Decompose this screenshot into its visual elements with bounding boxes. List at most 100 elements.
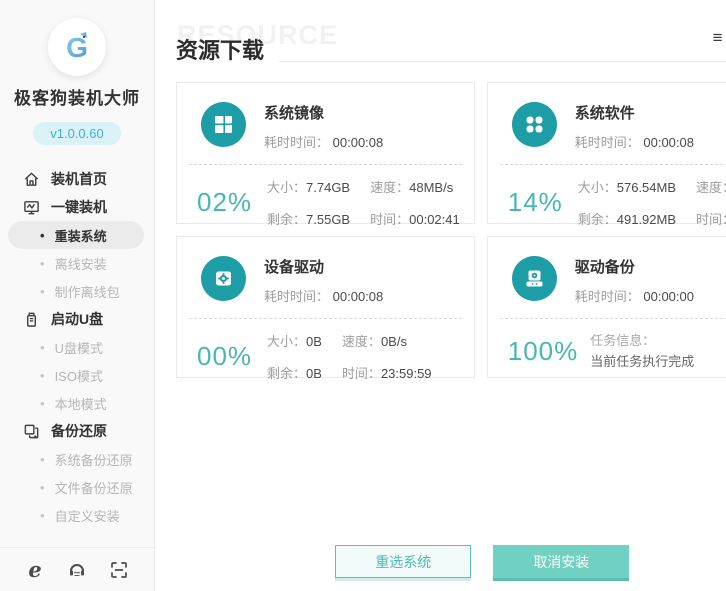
bullet-icon: • bbox=[40, 340, 45, 355]
sidebar-item-label: 离线安装 bbox=[55, 254, 107, 273]
elapsed-label: 耗时时间： bbox=[575, 289, 640, 304]
elapsed-time: 耗时时间： 00:00:08 bbox=[264, 286, 383, 305]
bullet-icon: • bbox=[40, 284, 45, 299]
bullet-icon: • bbox=[40, 508, 45, 523]
bullet-icon: • bbox=[40, 452, 45, 467]
card-header: 设备驱动 耗时时间： 00:00:08 bbox=[177, 237, 474, 305]
elapsed-value: 00:00:00 bbox=[643, 289, 694, 304]
page-title-block: RESOURCE 资源下载 bbox=[176, 33, 726, 65]
card-progress-row: 00% 大小：0B 速度：0B/s 剩余：0B 时间：23:59:59 bbox=[177, 319, 474, 382]
progress-percent: 14% bbox=[508, 187, 566, 218]
card-header-text: 驱动备份 耗时时间： 00:00:00 bbox=[575, 254, 694, 305]
sidebar-item-boot-usb[interactable]: 启动U盘 bbox=[0, 305, 154, 333]
elapsed-label: 耗时时间： bbox=[264, 289, 329, 304]
sidebar-item-label: 一键装机 bbox=[51, 197, 107, 217]
sidebar: G 极客狗装机大师 v1.0.0.60 装机首页 一键装机 bbox=[0, 0, 155, 591]
download-cards: 系统镜像 耗时时间： 00:00:08 02% 大小：7.74GB 速度：48M… bbox=[176, 82, 726, 378]
home-icon bbox=[22, 170, 40, 188]
app-logo: G bbox=[48, 18, 106, 76]
headset-support-icon[interactable] bbox=[66, 559, 88, 581]
app-window: G 极客狗装机大师 v1.0.0.60 装机首页 一键装机 bbox=[0, 0, 726, 591]
monitor-icon bbox=[22, 198, 40, 216]
bullet-icon: • bbox=[40, 480, 45, 495]
app-name: 极客狗装机大师 bbox=[0, 84, 154, 109]
elapsed-value: 00:00:08 bbox=[333, 289, 384, 304]
sidebar-item-local-mode[interactable]: • 本地模式 bbox=[0, 389, 154, 417]
task-info: 任务信息： 当前任务执行完成 bbox=[590, 331, 694, 373]
bullet-icon: • bbox=[40, 368, 45, 383]
sidebar-footer: e bbox=[0, 547, 154, 591]
sidebar-item-label: 装机首页 bbox=[51, 169, 107, 189]
card-title: 系统软件 bbox=[575, 102, 694, 123]
sidebar-item-iso-mode[interactable]: • ISO模式 bbox=[0, 361, 154, 389]
stat-size: 大小：576.54MB bbox=[578, 177, 676, 196]
page-title: 资源下载 bbox=[176, 33, 264, 65]
progress-stats: 大小：576.54MB 速度：0B/s 剩余：491.92MB 时间：23:59… bbox=[578, 177, 726, 228]
sidebar-item-make-offline-pack[interactable]: • 制作离线包 bbox=[0, 277, 154, 305]
card-progress-row: 02% 大小：7.74GB 速度：48MB/s 剩余：7.55GB 时间：00:… bbox=[177, 165, 474, 228]
sidebar-item-label: U盘模式 bbox=[55, 338, 103, 357]
sidebar-item-one-key-install[interactable]: 一键装机 bbox=[0, 193, 154, 221]
sidebar-item-home[interactable]: 装机首页 bbox=[0, 165, 154, 193]
sidebar-item-label: 本地模式 bbox=[55, 394, 107, 413]
card-device-driver: 设备驱动 耗时时间： 00:00:08 00% 大小：0B 速度：0B/s 剩余… bbox=[176, 236, 475, 378]
card-title: 驱动备份 bbox=[575, 256, 694, 277]
progress-stats: 大小：0B 速度：0B/s 剩余：0B 时间：23:59:59 bbox=[267, 331, 432, 382]
stat-time: 时间：00:02:41 bbox=[370, 209, 460, 228]
progress-percent: 00% bbox=[197, 341, 255, 372]
card-progress-row: 14% 大小：576.54MB 速度：0B/s 剩余：491.92MB 时间：2… bbox=[488, 165, 726, 228]
sidebar-item-label: 制作离线包 bbox=[55, 282, 120, 301]
stat-time: 时间：23:59:59 bbox=[696, 209, 726, 228]
main-panel: ≡ — ✕ RESOURCE 资源下载 系统镜像 耗时时间： bbox=[155, 0, 726, 591]
elapsed-value: 00:00:08 bbox=[333, 135, 384, 150]
sidebar-item-usb-mode[interactable]: • U盘模式 bbox=[0, 333, 154, 361]
card-driver-backup: 驱动备份 耗时时间： 00:00:00 100% 任务信息： 当前任务执行完成 bbox=[487, 236, 726, 378]
card-system-software: 系统软件 耗时时间： 00:00:08 14% 大小：576.54MB 速度：0… bbox=[487, 82, 726, 224]
progress-percent: 02% bbox=[197, 187, 255, 218]
sidebar-item-file-backup-restore[interactable]: • 文件备份还原 bbox=[0, 473, 154, 501]
logo-wrap: G bbox=[0, 18, 154, 76]
bullet-icon: • bbox=[40, 256, 45, 271]
task-info-text: 当前任务执行完成 bbox=[590, 352, 694, 373]
qr-scan-icon[interactable] bbox=[108, 559, 130, 581]
card-system-image: 系统镜像 耗时时间： 00:00:08 02% 大小：7.74GB 速度：48M… bbox=[176, 82, 475, 224]
sidebar-item-backup-restore[interactable]: 备份还原 bbox=[0, 417, 154, 445]
bullet-icon: • bbox=[40, 228, 45, 243]
card-title: 设备驱动 bbox=[264, 256, 383, 277]
sidebar-item-label: 自定义安装 bbox=[55, 506, 120, 525]
stat-speed: 速度：48MB/s bbox=[370, 177, 460, 196]
windows-grid-icon bbox=[201, 102, 246, 147]
task-info-label: 任务信息： bbox=[590, 331, 694, 352]
card-progress-row: 100% 任务信息： 当前任务执行完成 bbox=[488, 319, 726, 373]
elapsed-value: 00:00:08 bbox=[643, 135, 694, 150]
sidebar-item-label: 文件备份还原 bbox=[55, 478, 133, 497]
cancel-install-button[interactable]: 取消安装 bbox=[493, 545, 629, 578]
stat-remaining: 剩余：7.55GB bbox=[267, 209, 350, 228]
usb-icon bbox=[22, 310, 40, 328]
stat-size: 大小：0B bbox=[267, 331, 322, 350]
sidebar-item-label: 重装系统 bbox=[55, 226, 107, 245]
stat-speed: 速度：0B/s bbox=[696, 177, 726, 196]
clover-apps-icon bbox=[512, 102, 557, 147]
stat-size: 大小：7.74GB bbox=[267, 177, 350, 196]
sidebar-item-custom-install[interactable]: • 自定义安装 bbox=[0, 501, 154, 529]
backup-icon bbox=[22, 422, 40, 440]
driver-gear-icon bbox=[201, 256, 246, 301]
sidebar-item-label: 启动U盘 bbox=[51, 309, 103, 329]
sidebar-item-system-backup-restore[interactable]: • 系统备份还原 bbox=[0, 445, 154, 473]
sidebar-item-offline-install[interactable]: • 离线安装 bbox=[0, 249, 154, 277]
elapsed-time: 耗时时间： 00:00:08 bbox=[264, 132, 383, 151]
stat-remaining: 剩余：0B bbox=[267, 363, 322, 382]
reselect-system-button[interactable]: 重选系统 bbox=[335, 545, 471, 578]
elapsed-label: 耗时时间： bbox=[575, 135, 640, 150]
stat-remaining: 剩余：491.92MB bbox=[578, 209, 676, 228]
card-header: 系统软件 耗时时间： 00:00:08 bbox=[488, 83, 726, 151]
elapsed-label: 耗时时间： bbox=[264, 135, 329, 150]
sidebar-item-label: ISO模式 bbox=[55, 366, 103, 385]
ie-browser-icon[interactable]: e bbox=[24, 559, 46, 581]
card-title: 系统镜像 bbox=[264, 102, 383, 123]
bullet-icon: • bbox=[40, 396, 45, 411]
stat-time: 时间：23:59:59 bbox=[342, 363, 432, 382]
sidebar-item-label: 备份还原 bbox=[51, 421, 107, 441]
sidebar-item-reinstall-system[interactable]: • 重装系统 bbox=[8, 221, 144, 249]
